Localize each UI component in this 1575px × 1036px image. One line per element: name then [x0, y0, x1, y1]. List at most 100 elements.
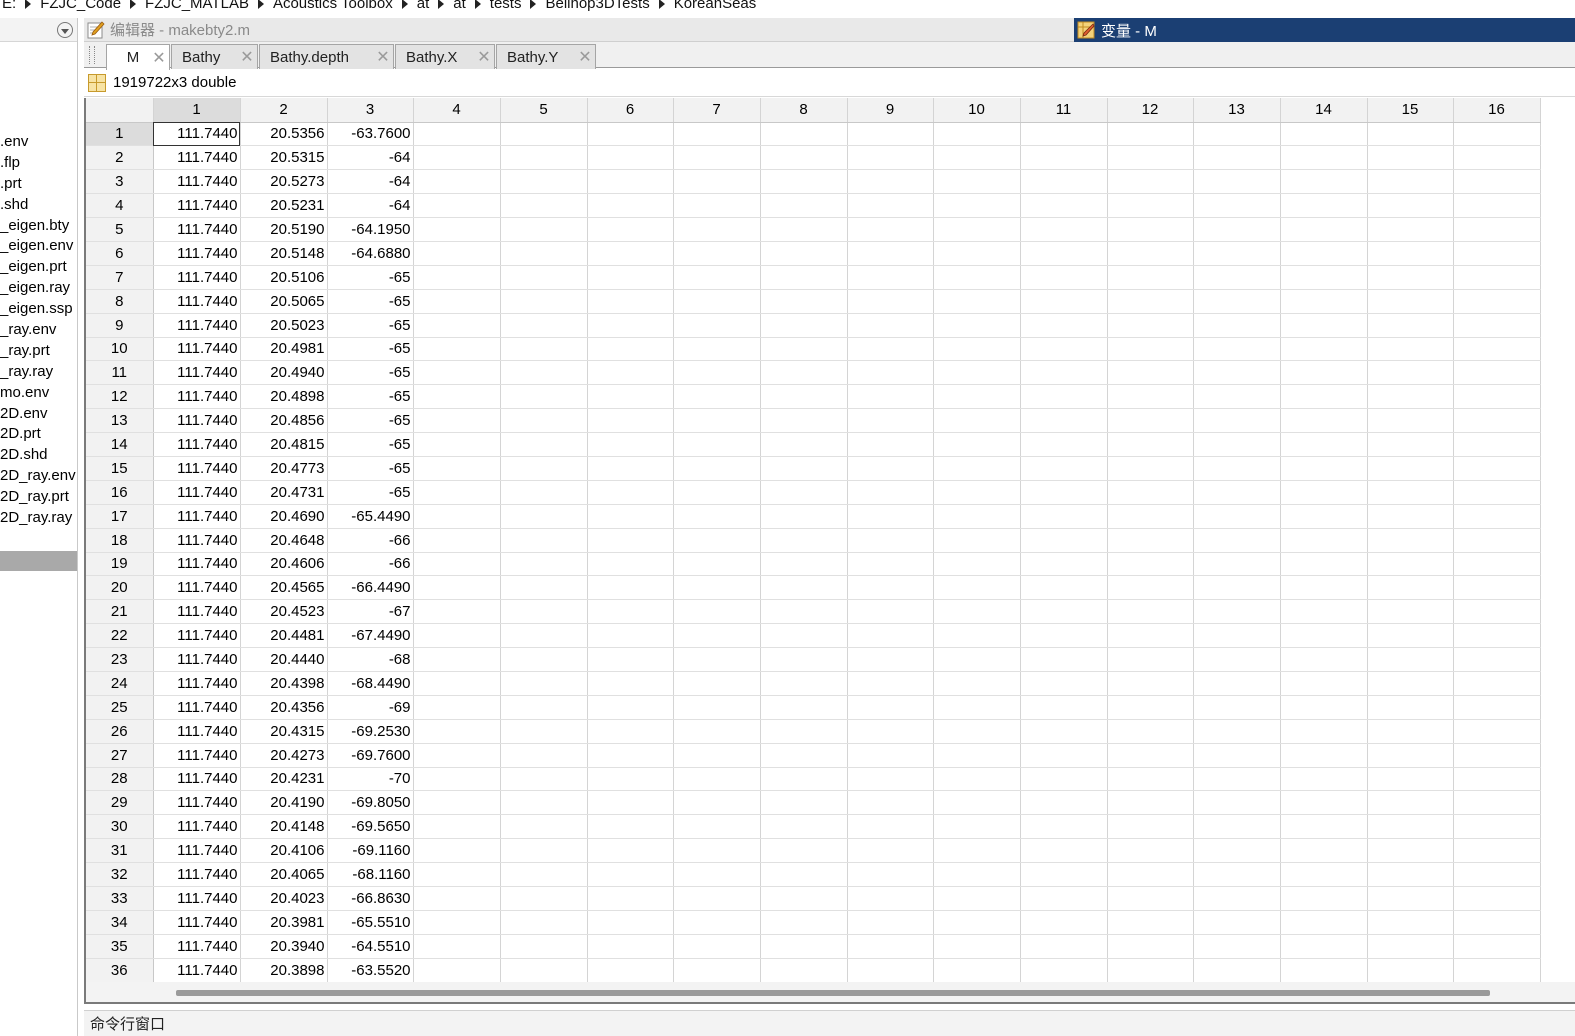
- grid-cell[interactable]: -68.1160: [327, 862, 414, 887]
- grid-cell[interactable]: [1367, 480, 1454, 505]
- grid-cell[interactable]: -63.5520: [327, 958, 414, 982]
- grid-cell[interactable]: [760, 265, 848, 290]
- grid-cell[interactable]: [1107, 408, 1194, 434]
- grid-cell[interactable]: [847, 814, 934, 840]
- grid-cell[interactable]: [1280, 408, 1368, 434]
- grid-cell[interactable]: [760, 695, 848, 720]
- grid-cell[interactable]: [413, 241, 501, 266]
- variables-titlebar[interactable]: 变量 - M: [1074, 18, 1575, 42]
- grid-cell[interactable]: [1193, 575, 1281, 601]
- column-header[interactable]: 13: [1193, 98, 1281, 123]
- grid-cell[interactable]: [413, 695, 501, 720]
- grid-cell[interactable]: [1367, 599, 1454, 625]
- grid-cell[interactable]: [1280, 193, 1368, 219]
- grid-cell[interactable]: [1020, 456, 1108, 481]
- grid-cell[interactable]: [1280, 719, 1368, 744]
- grid-cell[interactable]: [1107, 838, 1194, 864]
- grid-cell[interactable]: [1107, 910, 1194, 935]
- grid-cell[interactable]: 20.4023: [240, 886, 328, 911]
- grid-cell[interactable]: [1020, 838, 1108, 864]
- file-item[interactable]: _eigen.env: [0, 236, 77, 257]
- grid-cell[interactable]: -69.7600: [327, 743, 414, 768]
- grid-cell[interactable]: [847, 838, 934, 864]
- grid-cell[interactable]: [1453, 289, 1541, 314]
- grid-cell[interactable]: 20.4106: [240, 838, 328, 864]
- grid-cell[interactable]: [1107, 575, 1194, 601]
- grid-cell[interactable]: [1367, 265, 1454, 290]
- breadcrumb-separator-icon[interactable]: [658, 0, 665, 9]
- grid-cell[interactable]: [1020, 408, 1108, 434]
- grid-cell[interactable]: [673, 838, 761, 864]
- breadcrumb-item[interactable]: E:: [2, 0, 16, 12]
- grid-cell[interactable]: [933, 647, 1021, 672]
- grid-cell[interactable]: [760, 408, 848, 434]
- grid-cell[interactable]: [500, 862, 588, 887]
- grid-cell[interactable]: [1453, 145, 1541, 171]
- grid-cell[interactable]: [1280, 647, 1368, 672]
- grid-cell[interactable]: [587, 767, 674, 792]
- file-item[interactable]: _ray.env: [0, 320, 77, 341]
- grid-cell[interactable]: [587, 217, 674, 242]
- grid-cell[interactable]: [847, 122, 934, 147]
- file-item[interactable]: mo.env: [0, 383, 77, 404]
- grid-cell[interactable]: [587, 790, 674, 816]
- grid-cell[interactable]: [673, 337, 761, 362]
- grid-cell[interactable]: [1193, 599, 1281, 625]
- row-header[interactable]: 4: [86, 193, 154, 219]
- grid-cell[interactable]: [1367, 217, 1454, 242]
- grid-cell[interactable]: [847, 695, 934, 720]
- grid-cell[interactable]: [413, 814, 501, 840]
- grid-cell[interactable]: [1193, 313, 1281, 338]
- grid-cell[interactable]: [1193, 241, 1281, 266]
- grid-cell[interactable]: [1280, 838, 1368, 864]
- grid-cell[interactable]: [673, 910, 761, 935]
- grid-cell[interactable]: [1453, 743, 1541, 768]
- grid-cell[interactable]: 111.7440: [153, 265, 241, 290]
- grid-cell[interactable]: 20.5231: [240, 193, 328, 219]
- grid-cell[interactable]: 111.7440: [153, 217, 241, 242]
- grid-cell[interactable]: [413, 934, 501, 959]
- grid-cell[interactable]: [1107, 647, 1194, 672]
- grid-cell[interactable]: [673, 743, 761, 768]
- grid-cell[interactable]: [1193, 337, 1281, 362]
- grid-cell[interactable]: [847, 337, 934, 362]
- grid-cell[interactable]: [587, 384, 674, 410]
- grid-cell[interactable]: [1107, 265, 1194, 290]
- row-header[interactable]: 20: [86, 575, 154, 601]
- grid-cell[interactable]: [1367, 862, 1454, 887]
- tab-bathy-x[interactable]: Bathy.X ✕: [395, 44, 495, 69]
- grid-cell[interactable]: 111.7440: [153, 934, 241, 959]
- grid-cell[interactable]: [1453, 910, 1541, 935]
- grid-cell[interactable]: [1193, 623, 1281, 649]
- column-header[interactable]: 3: [327, 98, 414, 123]
- grid-cell[interactable]: [1193, 193, 1281, 219]
- grid-cell[interactable]: [1107, 671, 1194, 696]
- grid-cell[interactable]: [760, 838, 848, 864]
- grid-cell[interactable]: [413, 265, 501, 290]
- grid-cell[interactable]: -66: [327, 528, 414, 553]
- grid-cell[interactable]: 20.5065: [240, 289, 328, 314]
- grid-cell[interactable]: [1193, 265, 1281, 290]
- grid-cell[interactable]: [1453, 767, 1541, 792]
- grid-cell[interactable]: [1367, 647, 1454, 672]
- grid-cell[interactable]: [500, 599, 588, 625]
- grid-cell[interactable]: [847, 910, 934, 935]
- grid-cell[interactable]: [933, 719, 1021, 744]
- grid-cell[interactable]: [500, 552, 588, 577]
- grid-cell[interactable]: [413, 767, 501, 792]
- tab-close-icon[interactable]: ✕: [149, 48, 169, 68]
- grid-cell[interactable]: [500, 289, 588, 314]
- grid-cell[interactable]: [1453, 599, 1541, 625]
- breadcrumb-item[interactable]: tests: [490, 0, 522, 12]
- grid-cell[interactable]: [1453, 480, 1541, 505]
- grid-cell[interactable]: [1453, 862, 1541, 887]
- grid-cell[interactable]: [673, 145, 761, 171]
- grid-cell[interactable]: [587, 289, 674, 314]
- grid-cell[interactable]: [1367, 337, 1454, 362]
- grid-cell[interactable]: [413, 790, 501, 816]
- grid-cell[interactable]: [1367, 169, 1454, 195]
- grid-cell[interactable]: [587, 504, 674, 529]
- grid-cell[interactable]: [760, 241, 848, 266]
- grid-cell[interactable]: [413, 408, 501, 434]
- grid-cell[interactable]: 111.7440: [153, 289, 241, 314]
